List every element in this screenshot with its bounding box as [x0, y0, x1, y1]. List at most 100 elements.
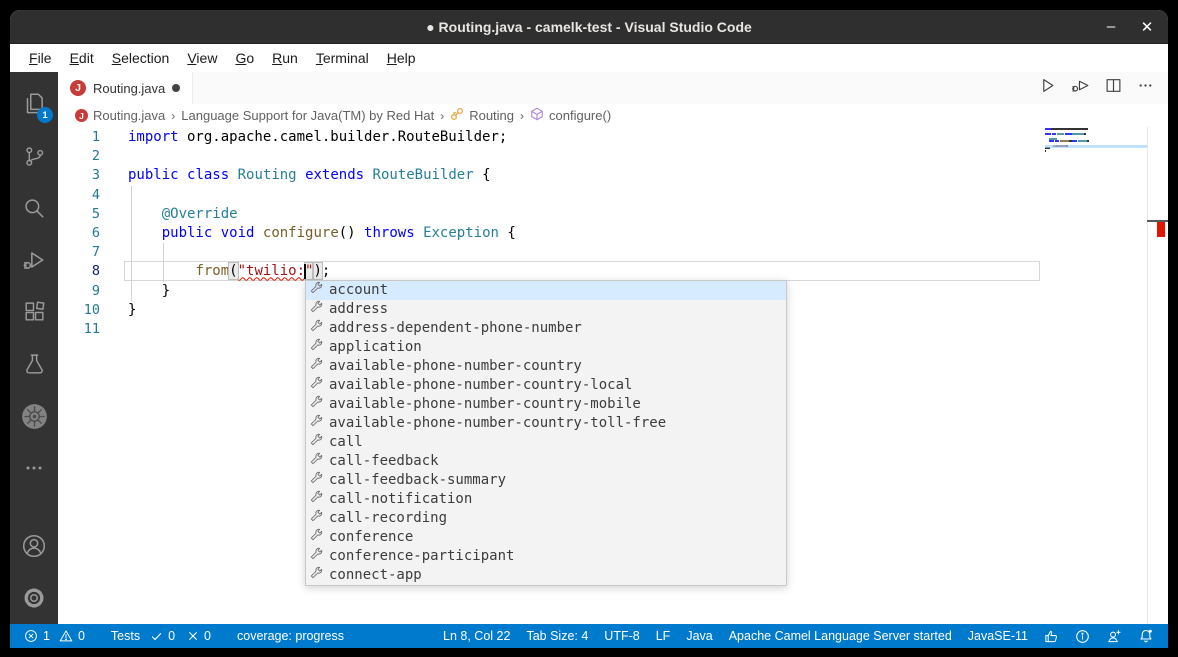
suggestion-available-phone-number-country[interactable]: available-phone-number-country — [306, 357, 786, 376]
breadcrumb-file[interactable]: J Routing.java — [75, 108, 165, 123]
line-number[interactable]: 10 — [58, 301, 100, 320]
run-icon[interactable] — [1039, 77, 1056, 99]
line-number[interactable]: 3 — [58, 166, 100, 185]
suggestion-conference[interactable]: conference — [306, 528, 786, 547]
menu-item-view[interactable]: View — [178, 48, 226, 68]
suggestion-call-feedback-summary[interactable]: call-feedback-summary — [306, 471, 786, 490]
line-content — [100, 147, 128, 166]
minimize-button[interactable]: – — [1102, 18, 1120, 35]
breadcrumb-extension[interactable]: Language Support for Java(TM) by Red Hat — [181, 108, 434, 123]
suggestion-label: call-feedback-summary — [329, 471, 506, 490]
code-line-1[interactable]: 1import org.apache.camel.builder.RouteBu… — [58, 128, 1168, 147]
split-editor-icon[interactable] — [1105, 77, 1122, 99]
problems-status[interactable]: 1 0 — [16, 624, 93, 648]
coverage-status[interactable]: coverage: progress — [229, 624, 352, 648]
breadcrumb-separator: › — [170, 109, 176, 123]
tests-status[interactable]: Tests 0 0 — [103, 624, 219, 648]
warning-icon — [59, 629, 73, 643]
search-icon[interactable] — [10, 182, 58, 234]
eol-sequence[interactable]: LF — [648, 624, 679, 648]
info-icon[interactable] — [1067, 624, 1098, 648]
tab-routing-java[interactable]: J Routing.java — [58, 72, 193, 104]
cursor-position[interactable]: Ln 8, Col 22 — [435, 624, 518, 648]
suggestion-available-phone-number-country-local[interactable]: available-phone-number-country-local — [306, 376, 786, 395]
account-icon[interactable] — [10, 520, 58, 572]
menu-bar: FileEditSelectionViewGoRunTerminalHelp — [10, 44, 1168, 72]
menu-item-selection[interactable]: Selection — [103, 48, 179, 68]
minimap[interactable] — [1045, 128, 1147, 154]
scrollbar[interactable] — [1147, 127, 1148, 624]
camel-server-status[interactable]: Apache Camel Language Server started — [721, 624, 960, 648]
menu-item-file[interactable]: File — [20, 48, 61, 68]
check-icon — [150, 630, 163, 643]
title-bar: ● Routing.java - camelk-test - Visual St… — [10, 10, 1168, 44]
suggestion-address[interactable]: address — [306, 300, 786, 319]
menu-item-run[interactable]: Run — [263, 48, 307, 68]
indentation[interactable]: Tab Size: 4 — [518, 624, 596, 648]
suggestion-call-notification[interactable]: call-notification — [306, 490, 786, 509]
debug-run-icon[interactable] — [1071, 77, 1090, 99]
more-actions-icon[interactable] — [1137, 77, 1154, 99]
line-number[interactable]: 2 — [58, 147, 100, 166]
property-wrench-icon — [310, 547, 323, 566]
breadcrumb-class[interactable]: Routing — [450, 107, 514, 124]
code-line-2[interactable]: 2 — [58, 147, 1168, 166]
line-number[interactable]: 5 — [58, 205, 100, 224]
code-line-3[interactable]: 3public class Routing extends RouteBuild… — [58, 166, 1168, 185]
kubernetes-icon[interactable] — [10, 390, 58, 442]
source-control-icon[interactable] — [10, 130, 58, 182]
property-wrench-icon — [310, 338, 323, 357]
line-number[interactable]: 6 — [58, 224, 100, 243]
line-number[interactable]: 8 — [58, 262, 100, 281]
suggestion-available-phone-number-country-toll-free[interactable]: available-phone-number-country-toll-free — [306, 414, 786, 433]
tab-bar: J Routing.java — [58, 72, 1168, 104]
encoding[interactable]: UTF-8 — [596, 624, 647, 648]
bell-notification-icon[interactable] — [1130, 624, 1162, 648]
editor-actions — [1039, 72, 1168, 104]
suggestion-account[interactable]: account — [306, 281, 786, 300]
suggestion-call[interactable]: call — [306, 433, 786, 452]
testing-icon[interactable] — [10, 338, 58, 390]
property-wrench-icon — [310, 509, 323, 528]
suggestion-available-phone-number-country-mobile[interactable]: available-phone-number-country-mobile — [306, 395, 786, 414]
line-number[interactable]: 9 — [58, 282, 100, 301]
property-wrench-icon — [310, 433, 323, 452]
code-line-6[interactable]: 6 public void configure() throws Excepti… — [58, 224, 1168, 243]
modified-dot-icon[interactable] — [172, 84, 180, 92]
breadcrumb-method[interactable]: configure() — [530, 107, 611, 124]
menu-item-edit[interactable]: Edit — [61, 48, 103, 68]
suggestion-application[interactable]: application — [306, 338, 786, 357]
language-mode[interactable]: Java — [678, 624, 720, 648]
jdk-status[interactable]: JavaSE-11 — [960, 624, 1036, 648]
java-file-icon: J — [75, 109, 88, 122]
suggestion-call-feedback[interactable]: call-feedback — [306, 452, 786, 471]
run-and-debug-icon[interactable] — [10, 234, 58, 286]
suggestion-conference-participant[interactable]: conference-participant — [306, 547, 786, 566]
line-number[interactable]: 4 — [58, 186, 100, 205]
property-wrench-icon — [310, 281, 323, 300]
code-line-4[interactable]: 4 — [58, 186, 1168, 205]
line-number[interactable]: 11 — [58, 320, 100, 339]
autocomplete-dropdown[interactable]: accountaddressaddress-dependent-phone-nu… — [305, 280, 787, 586]
suggestion-call-recording[interactable]: call-recording — [306, 509, 786, 528]
menu-item-terminal[interactable]: Terminal — [307, 48, 378, 68]
settings-gear-icon[interactable] — [10, 572, 58, 624]
property-wrench-icon — [310, 414, 323, 433]
property-wrench-icon — [310, 528, 323, 547]
code-line-5[interactable]: 5 @Override — [58, 205, 1168, 224]
extensions-icon[interactable] — [10, 286, 58, 338]
line-number[interactable]: 7 — [58, 243, 100, 262]
menu-item-go[interactable]: Go — [226, 48, 263, 68]
menu-item-help[interactable]: Help — [378, 48, 425, 68]
close-button[interactable]: ✕ — [1138, 18, 1156, 36]
suggestion-address-dependent-phone-number[interactable]: address-dependent-phone-number — [306, 319, 786, 338]
code-line-7[interactable]: 7 — [58, 243, 1168, 262]
more-icon[interactable] — [10, 442, 58, 494]
suggestion-connect-app[interactable]: connect-app — [306, 566, 786, 585]
feedback-person-icon[interactable] — [1098, 624, 1130, 648]
line-number[interactable]: 1 — [58, 128, 100, 147]
thumbs-up-icon[interactable] — [1036, 624, 1067, 648]
property-wrench-icon — [310, 319, 323, 338]
explorer-icon[interactable]: 1 — [10, 78, 58, 130]
code-line-8[interactable]: 8 from("twilio:"); — [58, 262, 1168, 281]
